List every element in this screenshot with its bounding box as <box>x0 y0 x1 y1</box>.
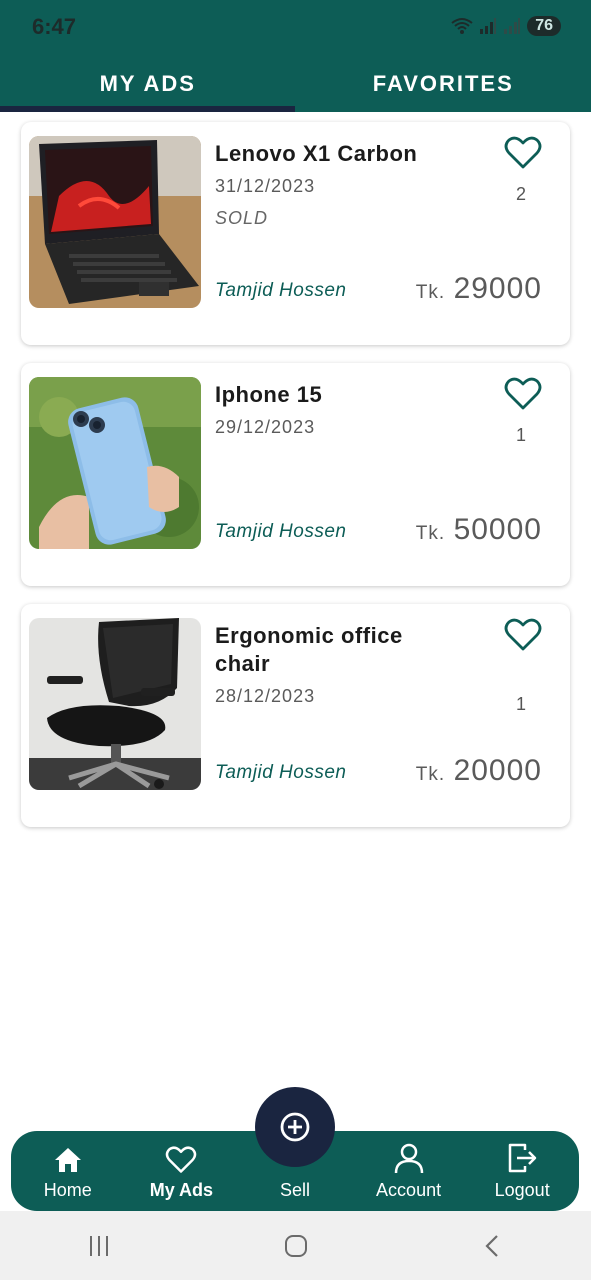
back-icon[interactable] <box>480 1233 506 1259</box>
nav-logout[interactable]: Logout <box>465 1131 579 1211</box>
system-nav-bar <box>0 1211 591 1280</box>
nav-label: Home <box>43 1180 92 1200</box>
home-button-icon[interactable] <box>283 1233 309 1259</box>
heart-icon <box>166 1146 197 1173</box>
ad-title: Ergonomic office chair <box>215 623 403 676</box>
home-icon <box>54 1148 81 1172</box>
nav-label: Sell <box>279 1180 310 1200</box>
signal-icon <box>504 18 521 34</box>
price-currency: Tk. <box>415 523 446 544</box>
logout-icon <box>508 1143 537 1173</box>
ad-card[interactable]: Lenovo X1 Carbon 31/12/2023 SOLD Tamjid … <box>21 122 570 345</box>
tab-indicator <box>0 106 295 112</box>
price-amount: 29000 <box>453 272 542 305</box>
ad-price: Tk. 20000 <box>416 754 542 788</box>
ad-status: SOLD <box>215 208 269 228</box>
laptop-photo <box>29 136 201 308</box>
price-currency: Tk. <box>415 764 446 785</box>
nav-label: Account <box>376 1180 442 1200</box>
phone-photo <box>29 377 201 549</box>
plus-circle-icon <box>280 1112 310 1142</box>
sell-fab-button[interactable] <box>255 1087 335 1167</box>
ad-price: Tk. 50000 <box>416 513 542 547</box>
tab-favorites[interactable]: FAVORITES <box>296 56 591 112</box>
heart-icon[interactable] <box>504 136 542 170</box>
heart-icon[interactable] <box>504 377 542 411</box>
heart-icon[interactable] <box>504 618 542 652</box>
ad-seller: Tamjid Hossen <box>215 280 347 301</box>
status-bar: 6:47 76 <box>0 0 591 56</box>
user-icon <box>394 1143 423 1174</box>
ad-date: 29/12/2023 <box>215 417 316 437</box>
price-currency: Tk. <box>415 282 446 303</box>
ad-date: 28/12/2023 <box>215 686 316 706</box>
nav-label: My Ads <box>149 1180 214 1200</box>
ad-seller: Tamjid Hossen <box>215 762 347 783</box>
ad-card[interactable]: Iphone 15 29/12/2023 Tamjid Hossen Tk. 5… <box>21 363 570 586</box>
favorite-count: 1 <box>515 694 526 714</box>
ad-seller: Tamjid Hossen <box>215 521 347 542</box>
ad-card[interactable]: Ergonomic office chair 28/12/2023 Tamjid… <box>21 604 570 827</box>
tab-bar: MY ADS FAVORITES <box>0 56 591 112</box>
chair-photo <box>29 618 201 790</box>
nav-account[interactable]: Account <box>352 1131 466 1211</box>
favorite-count: 2 <box>515 184 526 204</box>
ad-date: 31/12/2023 <box>215 176 316 196</box>
signal-icon <box>480 18 497 34</box>
nav-my-ads[interactable]: My Ads <box>125 1131 239 1211</box>
price-amount: 50000 <box>453 513 542 546</box>
price-amount: 20000 <box>453 754 542 787</box>
ad-title: Iphone 15 <box>215 382 323 407</box>
wifi-icon <box>451 18 473 34</box>
status-time: 6:47 <box>32 14 77 39</box>
nav-label: Logout <box>494 1180 550 1200</box>
status-icons: 76 <box>451 16 561 36</box>
nav-home[interactable]: Home <box>11 1131 125 1211</box>
ad-price: Tk. 29000 <box>416 272 542 306</box>
recents-icon[interactable] <box>86 1233 112 1259</box>
battery-icon: 76 <box>527 16 561 36</box>
ad-title: Lenovo X1 Carbon <box>215 141 418 166</box>
tab-my-ads[interactable]: MY ADS <box>0 56 296 112</box>
favorite-count: 1 <box>515 425 526 445</box>
